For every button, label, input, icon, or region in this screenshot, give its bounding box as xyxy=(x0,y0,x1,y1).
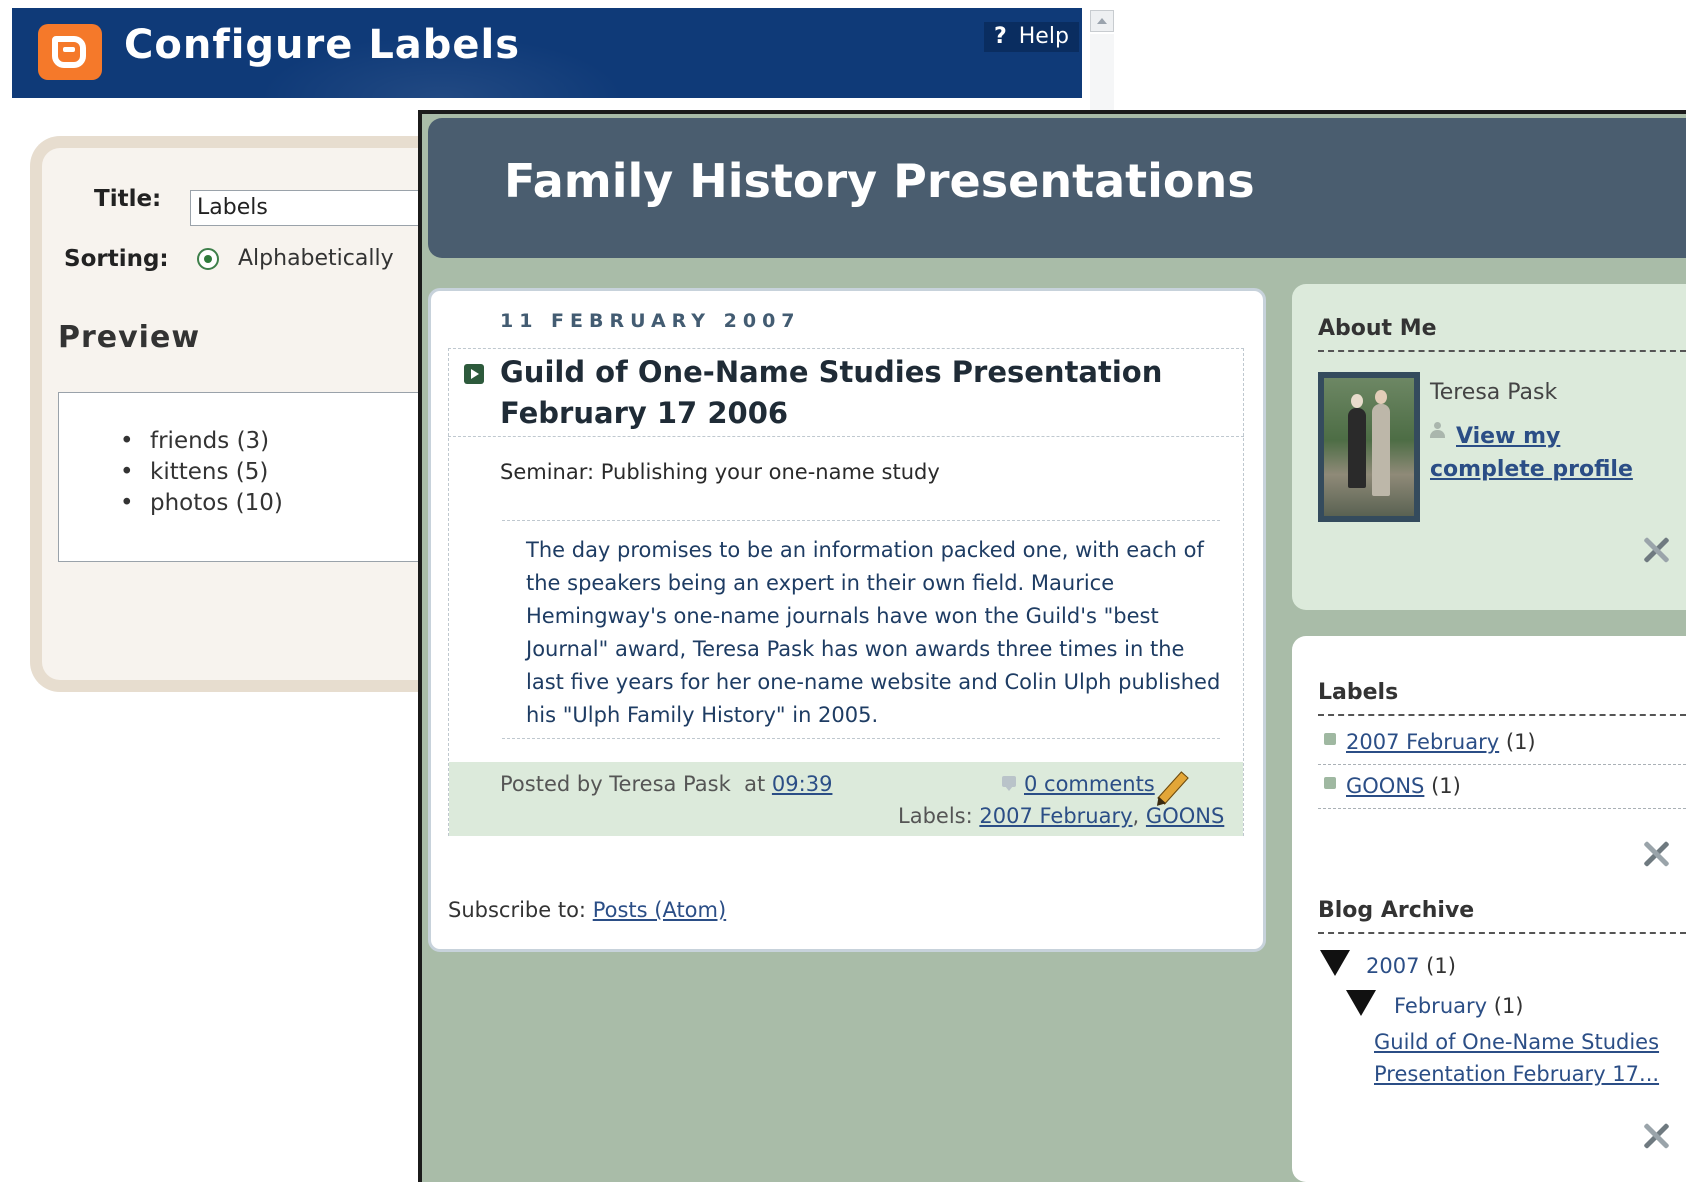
label-count: (1) xyxy=(1431,774,1461,798)
divider xyxy=(502,520,1220,521)
post-time-link[interactable]: 09:39 xyxy=(772,772,833,796)
subscribe-line: Subscribe to: Posts (Atom) xyxy=(448,898,726,922)
subscribe-atom-link[interactable]: Posts (Atom) xyxy=(593,898,726,922)
posted-by: Posted by Teresa Pask at 09:39 xyxy=(500,772,832,796)
post-labels: Labels: 2007 February, GOONS xyxy=(898,804,1224,828)
post-title[interactable]: Guild of One-Name Studies Presentation F… xyxy=(500,352,1220,434)
list-item: photos (10) xyxy=(120,490,283,521)
post-body-quote: The day promises to be an information pa… xyxy=(526,538,1221,727)
list-item: GOONS (1) xyxy=(1324,774,1461,798)
bullet-icon xyxy=(1324,777,1336,789)
blogger-logo-icon xyxy=(38,24,102,80)
wrench-screwdriver-icon[interactable] xyxy=(1640,838,1672,870)
comment-icon xyxy=(1002,776,1016,791)
divider xyxy=(1318,808,1686,809)
posted-at-label: at xyxy=(744,772,766,796)
archive-month-link[interactable]: February xyxy=(1394,994,1487,1018)
configure-labels-title: Configure Labels xyxy=(124,22,521,68)
list-item: 2007 February (1) xyxy=(1324,730,1536,754)
arrow-right-icon xyxy=(464,364,484,384)
sidebar-label-link[interactable]: 2007 February xyxy=(1346,730,1499,754)
archive-month: February (1) xyxy=(1394,994,1524,1018)
sorting-label: Sorting: xyxy=(64,246,169,272)
title-field-label: Title: xyxy=(94,186,162,212)
collapse-triangle-icon[interactable] xyxy=(1346,990,1376,1016)
divider xyxy=(448,436,1244,437)
blog-title[interactable]: Family History Presentations xyxy=(504,154,1255,208)
labels-heading: Labels xyxy=(1318,680,1399,705)
archive-post-link[interactable]: Guild of One-Name Studies Presentation F… xyxy=(1374,1026,1686,1090)
scrollbar-track[interactable] xyxy=(1090,34,1114,110)
posted-by-author: Posted by Teresa Pask xyxy=(500,772,731,796)
sort-alphabetically-label[interactable]: Alphabetically xyxy=(238,246,394,271)
subscribe-prefix: Subscribe to: xyxy=(448,898,587,922)
post-labels-prefix: Labels: xyxy=(898,804,973,828)
help-button[interactable]: ? Help xyxy=(984,22,1079,52)
preview-heading: Preview xyxy=(58,320,201,355)
divider xyxy=(1318,350,1686,352)
preview-list: friends (3) kittens (5) photos (10) xyxy=(120,428,283,521)
blog-archive-heading: Blog Archive xyxy=(1318,898,1475,923)
title-input[interactable]: Labels xyxy=(190,190,440,226)
help-icon: ? xyxy=(994,24,1007,49)
divider xyxy=(1318,714,1686,716)
label-count: (1) xyxy=(1505,730,1536,754)
wrench-screwdriver-icon[interactable] xyxy=(1640,534,1672,566)
sidebar-label-link[interactable]: GOONS xyxy=(1346,774,1424,798)
comments-link[interactable]: 0 comments xyxy=(1024,772,1155,796)
bullet-icon xyxy=(1324,733,1336,745)
collapse-triangle-icon[interactable] xyxy=(1320,950,1350,976)
profile-name: Teresa Pask xyxy=(1430,380,1558,405)
divider xyxy=(1318,932,1686,934)
list-item: friends (3) xyxy=(120,428,283,459)
about-me-heading: About Me xyxy=(1318,316,1437,341)
scrollbar-up-button[interactable] xyxy=(1090,10,1114,32)
post-subtitle: Seminar: Publishing your one-name study xyxy=(500,460,940,484)
list-item: kittens (5) xyxy=(120,459,283,490)
view-profile-link[interactable]: View my complete profile xyxy=(1430,420,1670,486)
configure-labels-header: Configure Labels ? Help xyxy=(12,8,1082,98)
help-label: Help xyxy=(1018,24,1069,49)
post-date: 11 FEBRUARY 2007 xyxy=(500,310,801,332)
archive-year-count: (1) xyxy=(1426,954,1456,978)
archive-month-count: (1) xyxy=(1493,994,1524,1018)
label-separator: , xyxy=(1132,804,1140,828)
wrench-screwdriver-icon[interactable] xyxy=(1640,1120,1672,1152)
post-label-link[interactable]: GOONS xyxy=(1146,804,1224,828)
divider xyxy=(502,738,1220,739)
divider xyxy=(1318,764,1686,765)
profile-photo[interactable] xyxy=(1318,372,1420,522)
archive-year: 2007 (1) xyxy=(1366,954,1456,978)
archive-year-link[interactable]: 2007 xyxy=(1366,954,1419,978)
post-label-link[interactable]: 2007 February xyxy=(979,804,1132,828)
sort-alphabetically-radio[interactable] xyxy=(197,248,219,270)
